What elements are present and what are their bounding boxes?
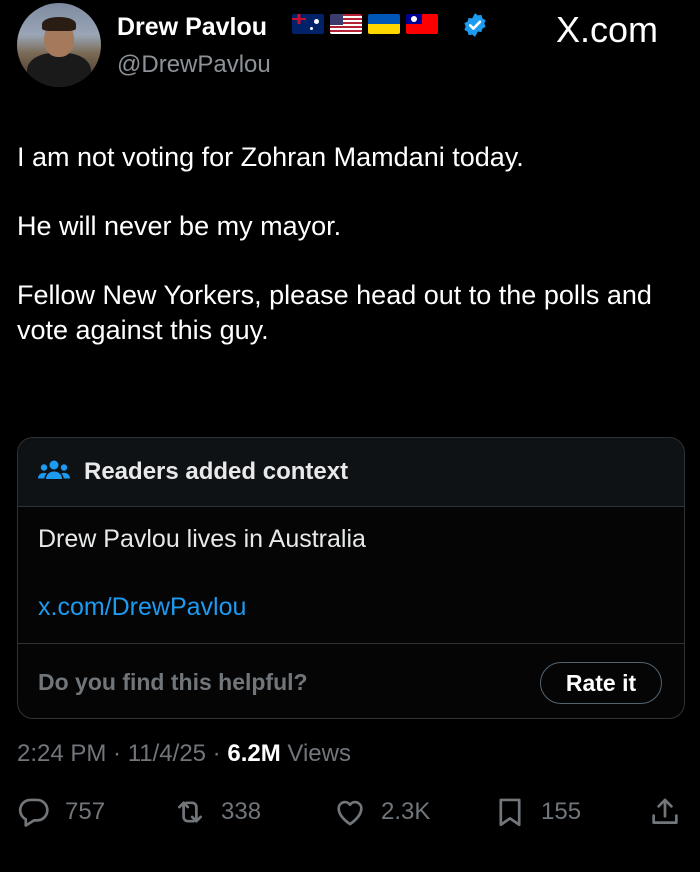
avatar-hair (42, 17, 76, 31)
heart-icon (337, 800, 363, 826)
rate-it-button[interactable]: Rate it (540, 662, 662, 704)
reply-icon (18, 798, 49, 827)
flag-emojis (292, 14, 438, 34)
community-note-text: Drew Pavlou lives in Australia (38, 525, 366, 553)
community-note: Readers added context Drew Pavlou lives … (17, 437, 685, 719)
site-label: X.com (556, 9, 659, 50)
tweet-time[interactable]: 2:24 PM (17, 740, 106, 767)
views-label: Views (280, 740, 351, 767)
share-button[interactable] (648, 795, 682, 829)
action-bar: 757 338 2.3K 155 (0, 795, 700, 845)
tweet-paragraph: He will never be my mayor. (17, 211, 342, 242)
community-note-title: Readers added context (84, 458, 349, 485)
verified-badge-icon (464, 13, 486, 37)
people-icon (38, 460, 70, 479)
bookmark-count: 155 (541, 798, 582, 825)
bookmark-icon (499, 798, 521, 827)
meta-separator: · (206, 740, 228, 767)
meta-separator: · (106, 740, 128, 767)
share-icon (652, 798, 678, 824)
australia-flag-icon (292, 14, 324, 34)
display-name[interactable]: Drew Pavlou (117, 13, 267, 42)
like-button[interactable]: 2.3K (333, 795, 430, 829)
user-handle[interactable]: @DrewPavlou (117, 51, 271, 79)
bookmark-button[interactable]: 155 (493, 795, 581, 829)
community-note-footer: Do you find this helpful? Rate it (18, 644, 684, 718)
taiwan-flag-icon (406, 14, 438, 34)
reply-count: 757 (65, 798, 106, 825)
community-note-body: Drew Pavlou lives in Australia x.com/Dre… (18, 507, 684, 644)
avatar[interactable] (17, 3, 101, 87)
repost-button[interactable]: 338 (173, 795, 261, 829)
community-note-link[interactable]: x.com/DrewPavlou (38, 593, 246, 622)
views-count: 6.2M (227, 740, 281, 767)
tweet-paragraph: Fellow New Yorkers, please head out to t… (17, 280, 652, 346)
like-count: 2.3K (381, 798, 431, 825)
tweet-text: I am not voting for Zohran Mamdani today… (17, 140, 677, 348)
repost-count: 338 (221, 798, 262, 825)
community-note-header: Readers added context (18, 438, 684, 507)
repost-icon (178, 801, 202, 823)
ukraine-flag-icon (368, 14, 400, 34)
tweet-date[interactable]: 11/4/25 (128, 740, 206, 767)
reply-button[interactable]: 757 (17, 795, 105, 829)
tweet-paragraph: I am not voting for Zohran Mamdani today… (17, 142, 524, 172)
helpful-question: Do you find this helpful? (38, 669, 308, 695)
avatar-body (27, 53, 91, 87)
usa-flag-icon (330, 14, 362, 34)
tweet-meta: 2:24 PM · 11/4/25 · 6.2M Views (17, 740, 351, 768)
